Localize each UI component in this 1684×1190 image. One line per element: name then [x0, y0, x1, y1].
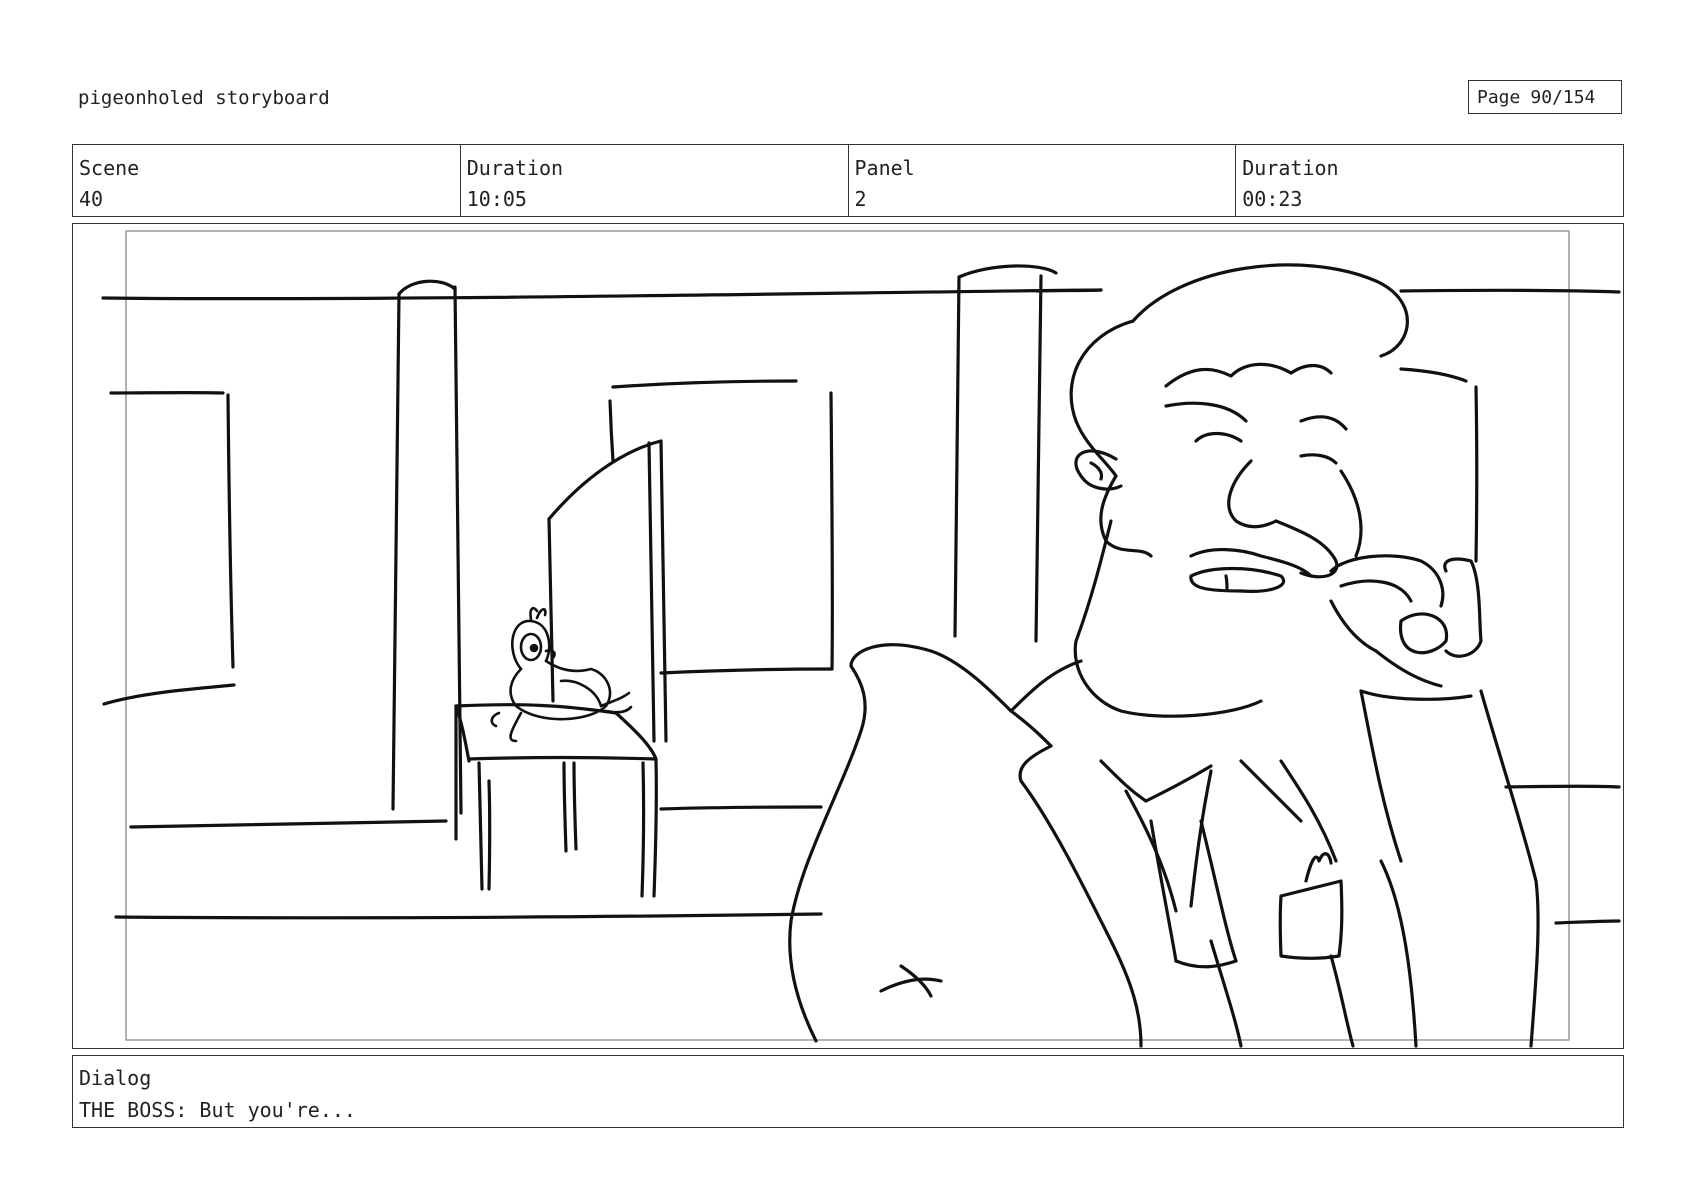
the-boss-character [788, 263, 1540, 1048]
dialog-box: Dialog THE BOSS: But you're... [72, 1055, 1624, 1128]
scene-duration-label: Duration [466, 156, 564, 180]
panel-duration-cell: Duration 00:23 [1236, 145, 1623, 216]
panel-duration-label: Duration [1242, 156, 1339, 180]
panel-sketch [101, 230, 1621, 1048]
dialog-label: Dialog [79, 1066, 152, 1090]
scene-duration-cell: Duration 10:05 [461, 145, 849, 216]
scene-cell: Scene 40 [73, 145, 461, 216]
panel-cell: Panel 2 [849, 145, 1237, 216]
dialog-text: THE BOSS: But you're... [79, 1098, 356, 1122]
side-table [454, 703, 658, 898]
scene-value: 40 [79, 187, 104, 211]
scene-duration-value: 10:05 [466, 187, 527, 211]
panel-duration-value: 00:23 [1242, 187, 1303, 211]
scene-label: Scene [79, 156, 140, 180]
scene-info-table: Scene 40 Duration 10:05 Panel 2 Duration… [72, 144, 1624, 217]
document-title: pigeonholed storyboard [78, 87, 330, 109]
panel-value: 2 [854, 187, 867, 211]
page-number: 90/154 [1530, 86, 1596, 108]
doorway [547, 439, 668, 743]
panel-label: Panel [854, 156, 915, 180]
page-label: Page [1477, 86, 1521, 108]
pigeon-sketch [490, 606, 633, 743]
storyboard-panel [72, 223, 1624, 1049]
page-indicator: Page 90/154 [1468, 80, 1622, 114]
